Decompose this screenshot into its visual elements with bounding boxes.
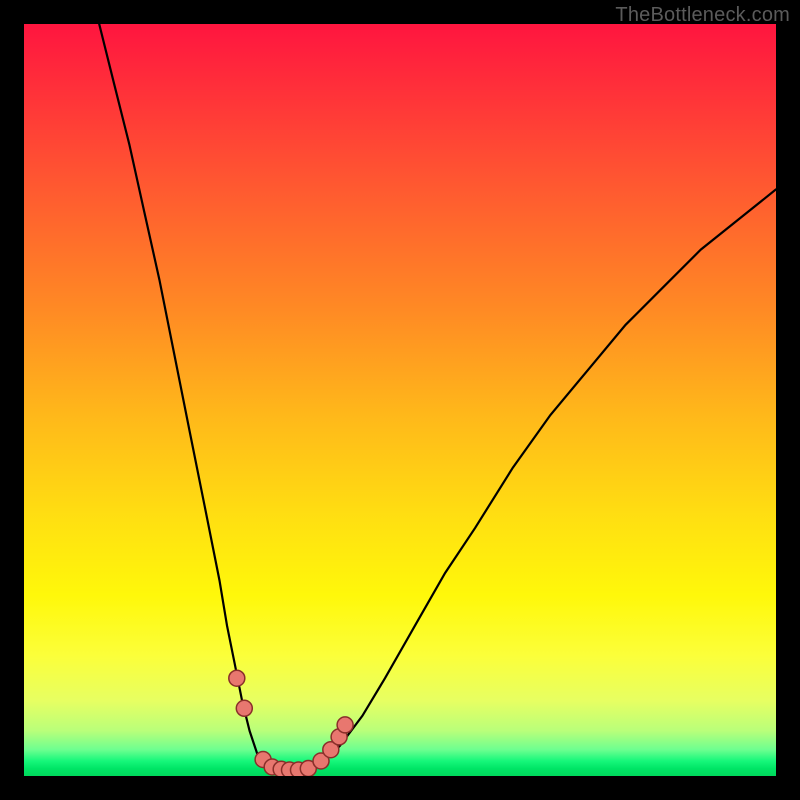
curve-right-branch <box>310 189 776 768</box>
curve-left-branch <box>99 24 272 769</box>
watermark-text: TheBottleneck.com <box>615 4 790 27</box>
data-marker <box>229 670 245 686</box>
bottleneck-curve <box>24 24 776 776</box>
data-marker <box>236 700 252 716</box>
data-marker <box>337 717 353 733</box>
chart-frame <box>24 24 776 776</box>
